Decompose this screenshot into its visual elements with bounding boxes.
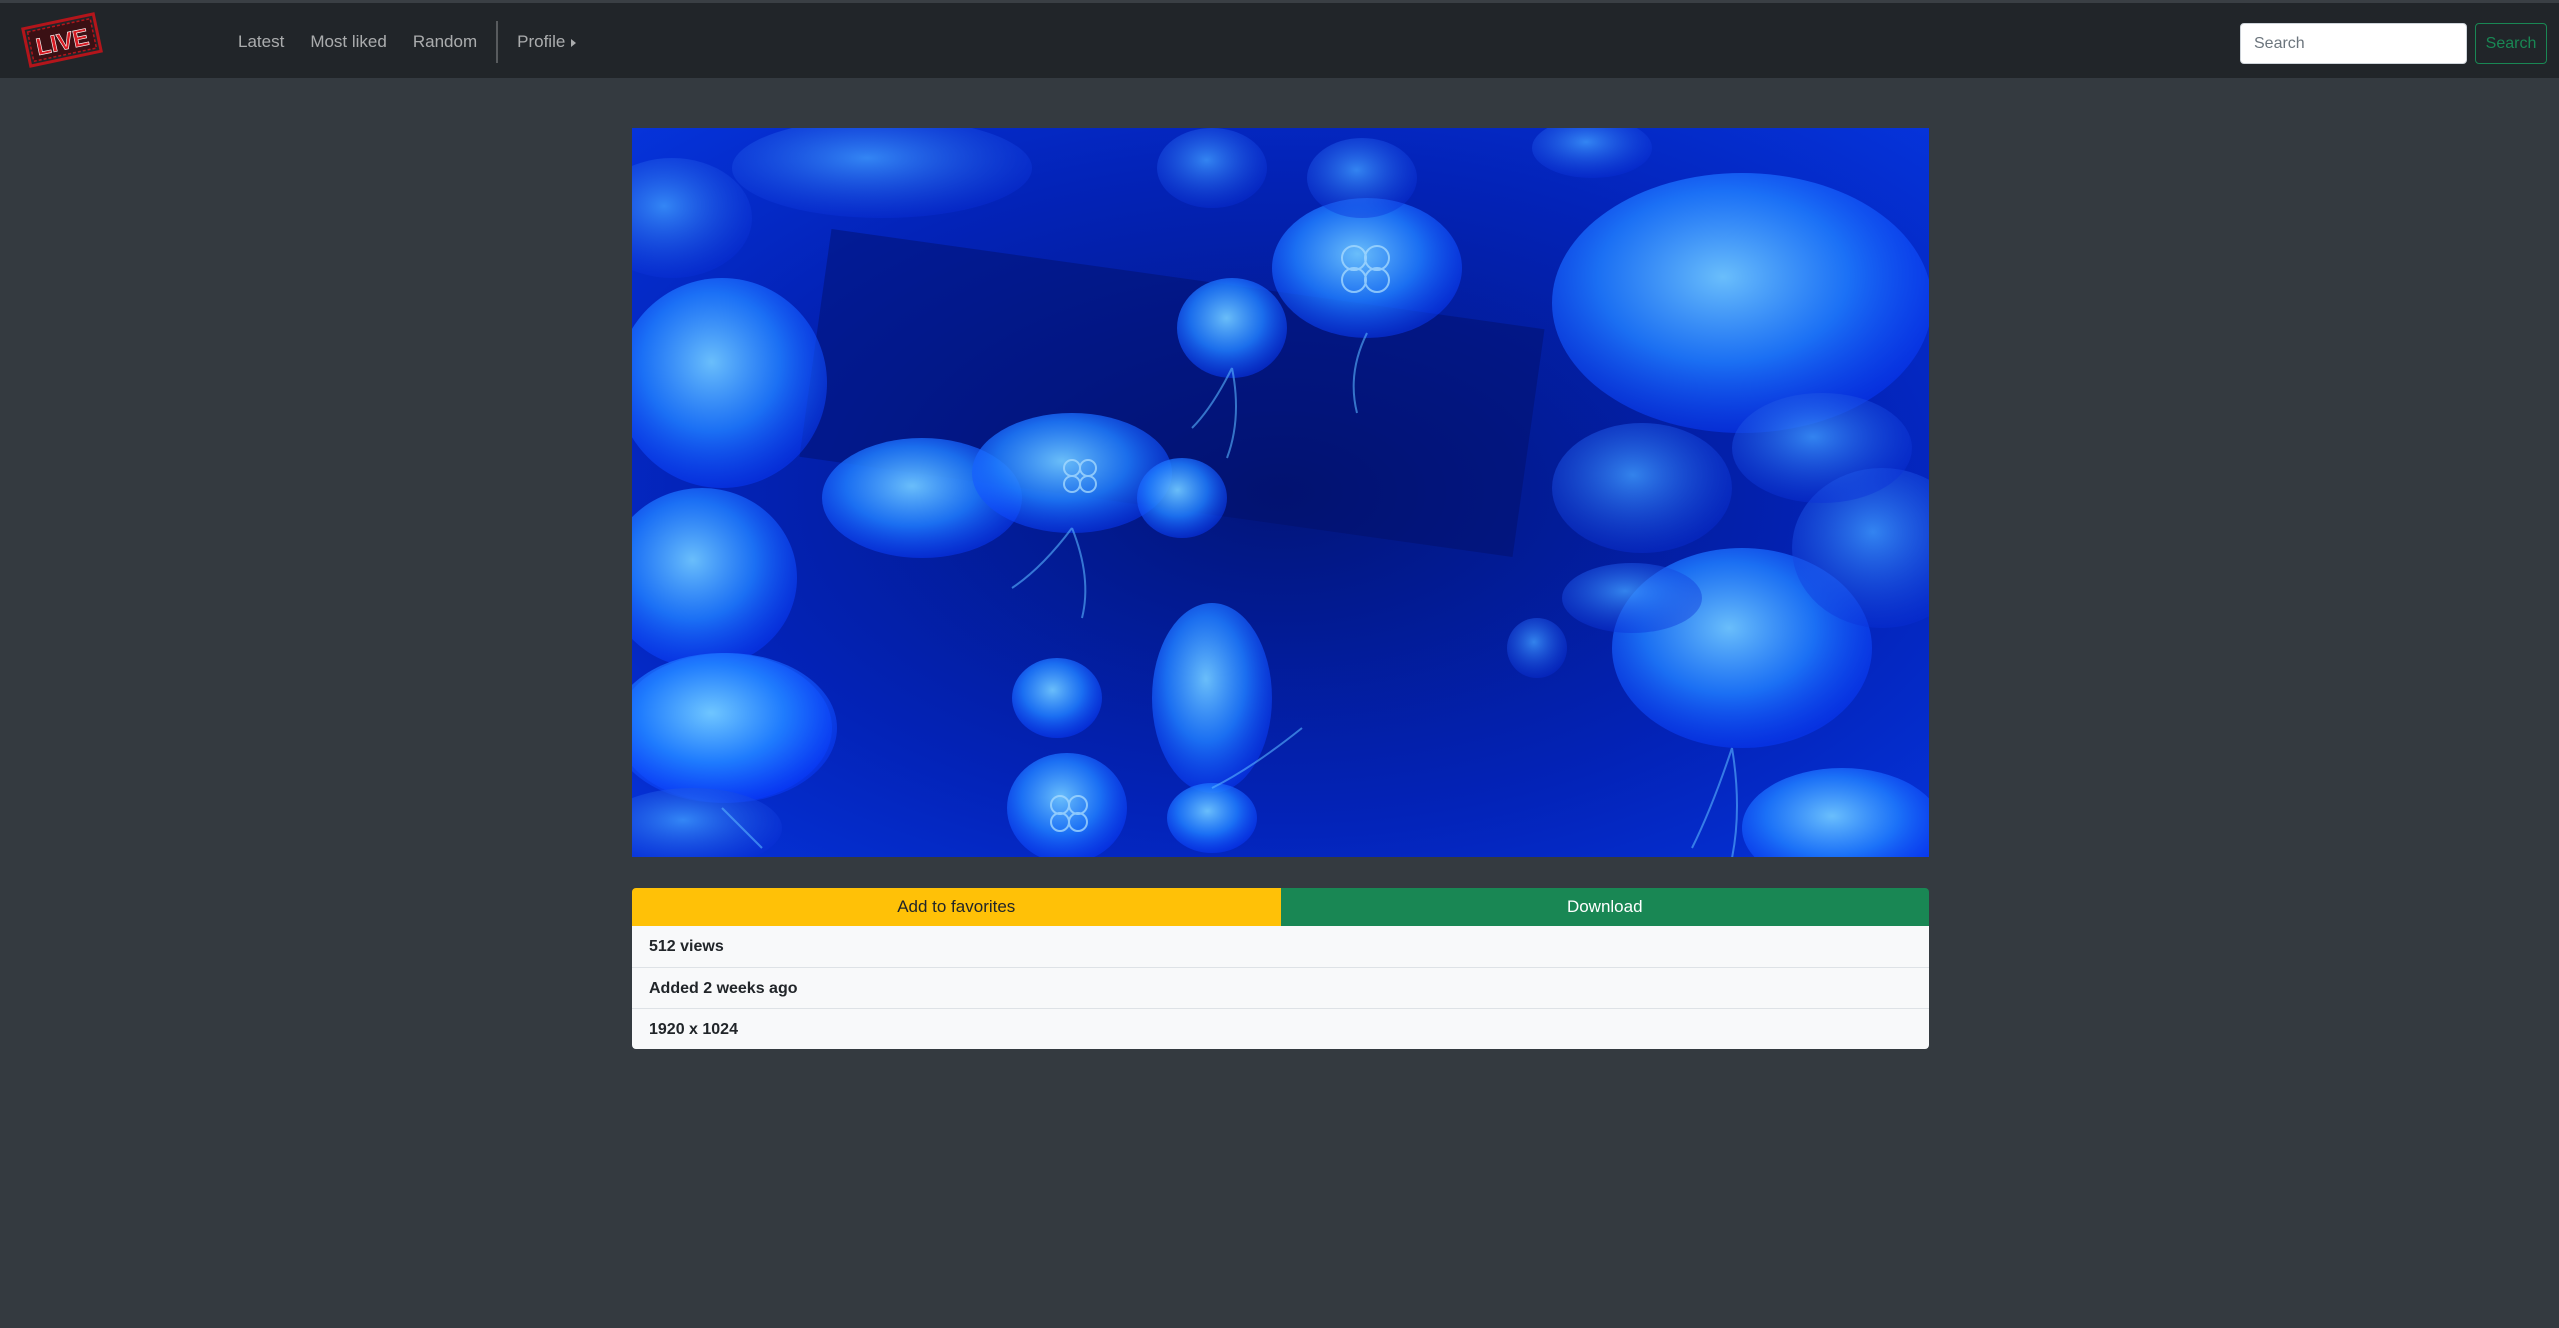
search-button[interactable]: Search (2475, 23, 2547, 64)
nav-links: Latest Most liked Random Profile (225, 3, 589, 81)
profile-dropdown[interactable]: Profile (504, 3, 589, 81)
navbar: LIVE Latest Most liked Random Profile Se… (0, 0, 2559, 78)
jellyfish-photo (632, 128, 1929, 857)
views-count: 512 views (649, 938, 724, 955)
profile-label: Profile (517, 32, 566, 51)
caret-right-icon (571, 38, 577, 47)
nav-link-most-liked[interactable]: Most liked (297, 3, 400, 81)
action-row: Add to favorites Download (632, 888, 1929, 926)
info-list: 512 views Added 2 weeks ago 1920 x 1024 (632, 926, 1929, 1049)
nav-link-latest[interactable]: Latest (225, 3, 297, 81)
nav-link-random[interactable]: Random (400, 3, 490, 81)
added-date: Added 2 weeks ago (632, 967, 1929, 1008)
add-to-favorites-button[interactable]: Add to favorites (632, 888, 1281, 926)
nav-divider (496, 21, 499, 63)
search-input[interactable] (2240, 23, 2467, 64)
live-logo[interactable]: LIVE (20, 11, 104, 69)
download-button[interactable]: Download (1280, 888, 1929, 926)
image-dimensions: 1920 x 1024 (632, 1008, 1929, 1049)
